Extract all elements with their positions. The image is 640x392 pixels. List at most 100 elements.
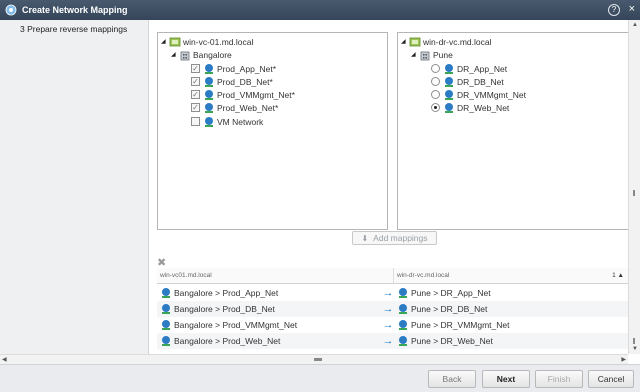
grid-column-header-target[interactable]: win-dr-vc.md.local 1 ▲: [394, 268, 628, 284]
source-network-tree: ◢ win-vc-01.md.local ◢ Bangalore ✓ Prod_…: [157, 32, 388, 230]
arrow-right-icon: →: [382, 303, 394, 315]
tree-node-source-vcenter[interactable]: ◢ win-vc-01.md.local: [161, 35, 253, 48]
network-icon: [205, 89, 213, 100]
network-icon: [399, 304, 407, 314]
network-mapping-app-icon: [5, 4, 17, 16]
target-network-item[interactable]: DR_VMMgmt_Net: [431, 88, 526, 101]
network-label: Prod_App_Net*: [217, 63, 277, 74]
source-network-item[interactable]: VM Network: [191, 115, 263, 128]
datacenter-icon: [420, 51, 430, 60]
expand-triangle-icon[interactable]: ◢: [161, 38, 169, 45]
scroll-thumb[interactable]: [633, 190, 635, 196]
network-icon: [162, 320, 170, 330]
expand-triangle-icon[interactable]: ◢: [411, 51, 419, 58]
sort-ascending-icon[interactable]: 1 ▲: [612, 272, 624, 279]
network-icon: [162, 288, 170, 298]
scroll-right-icon[interactable]: ▶: [621, 356, 626, 363]
network-icon: [399, 320, 407, 330]
help-icon[interactable]: ?: [608, 4, 620, 16]
network-checkbox[interactable]: [191, 117, 200, 126]
network-icon: [445, 76, 453, 87]
table-row[interactable]: Bangalore > Prod_VMMgmt_Net → Pune > DR_…: [157, 317, 628, 333]
expand-triangle-icon[interactable]: ◢: [401, 38, 409, 45]
mapping-source: Bangalore > Prod_App_Net: [174, 288, 279, 298]
target-network-item[interactable]: DR_DB_Net: [431, 75, 504, 88]
network-checkbox[interactable]: ✓: [191, 77, 200, 86]
expand-triangle-icon[interactable]: ◢: [171, 51, 179, 58]
arrow-right-icon: →: [382, 319, 394, 331]
network-radio-selected[interactable]: [431, 103, 440, 112]
network-radio[interactable]: [431, 90, 440, 99]
scroll-thumb[interactable]: [633, 338, 635, 344]
network-icon: [205, 63, 213, 74]
network-icon: [205, 116, 213, 127]
network-radio[interactable]: [431, 64, 440, 73]
network-label: Prod_DB_Net*: [217, 76, 273, 87]
target-network-item[interactable]: DR_App_Net: [431, 62, 507, 75]
network-label: VM Network: [217, 116, 264, 127]
tree-node-label: win-dr-vc.md.local: [423, 36, 492, 47]
network-label: DR_App_Net: [457, 63, 508, 74]
next-button[interactable]: Next: [482, 370, 530, 388]
table-row[interactable]: Bangalore > Prod_Web_Net → Pune > DR_Web…: [157, 333, 628, 349]
mapping-source: Bangalore > Prod_DB_Net: [174, 304, 275, 314]
network-icon: [162, 304, 170, 314]
tree-node-target-vcenter[interactable]: ◢ win-dr-vc.md.local: [401, 35, 492, 48]
window-title: Create Network Mapping: [22, 5, 128, 15]
target-network-item[interactable]: DR_Web_Net: [431, 101, 509, 114]
scroll-up-icon[interactable]: ▲: [632, 22, 638, 28]
tree-node-label: win-vc-01.md.local: [183, 36, 254, 47]
scroll-left-icon[interactable]: ◀: [2, 356, 7, 363]
network-icon: [445, 89, 453, 100]
finish-button[interactable]: Finish: [535, 370, 583, 388]
source-network-item[interactable]: ✓ Prod_App_Net*: [191, 62, 276, 75]
arrow-down-icon: ⬇: [361, 233, 369, 243]
network-icon: [162, 336, 170, 346]
grid-column-header-source[interactable]: win-vc01.md.local: [157, 268, 394, 284]
tree-node-target-datacenter[interactable]: ◢ Pune: [411, 48, 453, 61]
source-network-item[interactable]: ✓ Prod_VMMgmt_Net*: [191, 88, 295, 101]
wizard-steps-pane: 3 Prepare reverse mappings: [0, 20, 149, 364]
scroll-down-icon[interactable]: ▼: [632, 346, 638, 352]
network-label: DR_Web_Net: [457, 102, 510, 113]
mapping-target: Pune > DR_VMMgmt_Net: [411, 320, 510, 330]
back-button[interactable]: Back: [428, 370, 476, 388]
window-titlebar: Create Network Mapping ? ×: [0, 0, 640, 20]
add-mappings-button[interactable]: ⬇ Add mappings: [352, 231, 437, 245]
table-row[interactable]: Bangalore > Prod_DB_Net → Pune > DR_DB_N…: [157, 301, 628, 317]
arrow-right-icon: →: [382, 287, 394, 299]
network-label: Prod_VMMgmt_Net*: [217, 89, 295, 100]
network-icon: [445, 102, 453, 113]
target-network-tree: ◢ win-dr-vc.md.local ◢ Pune DR_App_Net D…: [397, 32, 630, 230]
column-header-label: win-dr-vc.md.local: [397, 272, 450, 279]
network-radio[interactable]: [431, 77, 440, 86]
datacenter-icon: [180, 51, 190, 60]
mapping-source: Bangalore > Prod_Web_Net: [174, 336, 281, 346]
mapping-target: Pune > DR_App_Net: [411, 288, 491, 298]
mapping-target: Pune > DR_Web_Net: [411, 336, 493, 346]
horizontal-scrollbar[interactable]: ◀ ▶: [0, 354, 628, 364]
column-header-label: win-vc01.md.local: [160, 272, 212, 279]
cancel-button[interactable]: Cancel: [588, 370, 634, 388]
tree-node-label: Pune: [433, 49, 453, 60]
scroll-thumb[interactable]: [314, 358, 322, 361]
network-checkbox[interactable]: ✓: [191, 90, 200, 99]
wizard-footer: Back Next Finish Cancel: [0, 364, 640, 392]
network-checkbox[interactable]: ✓: [191, 64, 200, 73]
network-checkbox[interactable]: ✓: [191, 103, 200, 112]
vcenter-icon: [409, 37, 421, 46]
source-network-item[interactable]: ✓ Prod_Web_Net*: [191, 101, 278, 114]
close-icon[interactable]: ×: [629, 3, 635, 15]
network-icon: [205, 76, 213, 87]
tree-node-source-datacenter[interactable]: ◢ Bangalore: [171, 48, 232, 61]
source-network-item[interactable]: ✓ Prod_DB_Net*: [191, 75, 273, 88]
network-label: DR_DB_Net: [457, 76, 504, 87]
wizard-step-current[interactable]: 3 Prepare reverse mappings: [20, 24, 127, 34]
network-label: DR_VMMgmt_Net: [457, 89, 526, 100]
vertical-scrollbar[interactable]: ▲ ▼: [628, 20, 640, 354]
vcenter-icon: [169, 37, 181, 46]
table-row[interactable]: Bangalore > Prod_App_Net → Pune > DR_App…: [157, 285, 628, 301]
network-icon: [445, 63, 453, 74]
network-icon: [399, 336, 407, 346]
tree-node-label: Bangalore: [193, 49, 232, 60]
